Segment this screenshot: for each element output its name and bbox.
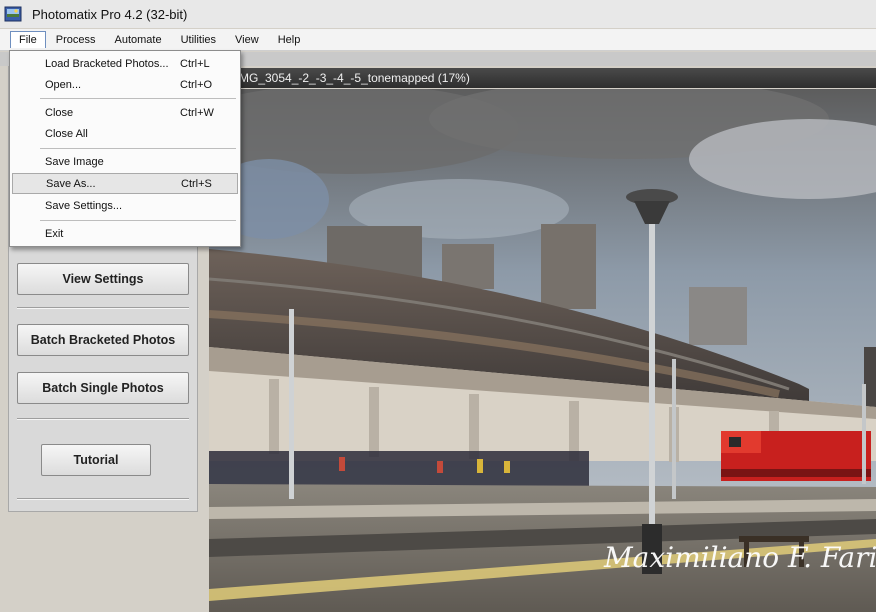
panel-divider (17, 498, 189, 500)
menu-process[interactable]: Process (47, 31, 105, 49)
batch-bracketed-photos-button[interactable]: Batch Bracketed Photos (17, 324, 189, 356)
menu-item-load-bracketed-photos[interactable]: Load Bracketed Photos... Ctrl+L (12, 53, 238, 74)
panel-divider (17, 418, 189, 420)
view-settings-button[interactable]: View Settings (17, 263, 189, 295)
menu-item-open[interactable]: Open... Ctrl+O (12, 74, 238, 95)
menu-automate[interactable]: Automate (105, 31, 170, 49)
menu-item-close-all[interactable]: Close All (12, 123, 238, 144)
menu-separator (40, 220, 236, 221)
tonemapped-photo[interactable]: Maximiliano F. Farinaro (209, 89, 876, 612)
image-window-title-bar[interactable]: MG_3054_-2_-3_-4_-5_tonemapped (17%) (209, 68, 876, 88)
photo-watermark: Maximiliano F. Farinaro (603, 541, 876, 574)
menu-item-save-settings[interactable]: Save Settings... (12, 195, 238, 216)
menu-separator (40, 148, 236, 149)
menu-view[interactable]: View (226, 31, 268, 49)
batch-single-photos-button[interactable]: Batch Single Photos (17, 372, 189, 404)
menu-utilities[interactable]: Utilities (172, 31, 225, 49)
title-bar: Photomatix Pro 4.2 (32-bit) (0, 0, 876, 28)
image-window-title: MG_3054_-2_-3_-4_-5_tonemapped (17%) (239, 71, 470, 85)
menu-item-exit[interactable]: Exit (12, 223, 238, 244)
menu-file[interactable]: File (10, 31, 46, 48)
file-menu-dropdown: Load Bracketed Photos... Ctrl+L Open... … (9, 50, 241, 247)
photomatix-app-icon[interactable] (4, 5, 22, 23)
tutorial-button[interactable]: Tutorial (41, 444, 151, 476)
menu-separator (40, 98, 236, 99)
menu-help[interactable]: Help (269, 31, 310, 49)
window-title: Photomatix Pro 4.2 (32-bit) (32, 6, 188, 22)
menu-item-save-image[interactable]: Save Image (12, 151, 238, 172)
panel-divider (17, 307, 189, 309)
menu-item-close[interactable]: Close Ctrl+W (12, 102, 238, 123)
menu-item-save-as[interactable]: Save As... Ctrl+S (12, 173, 238, 194)
menu-bar: File Process Automate Utilities View Hel… (0, 29, 876, 51)
